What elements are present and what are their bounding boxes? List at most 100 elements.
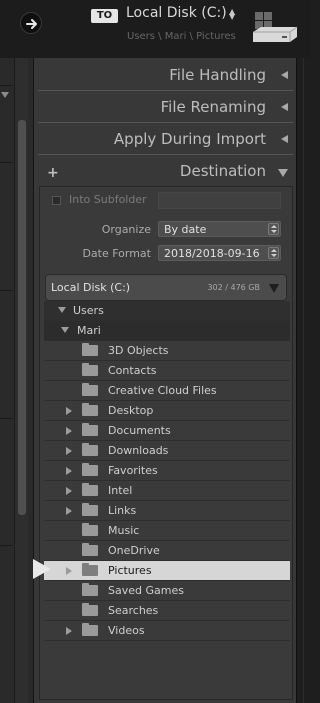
- hard-drive-icon: [253, 12, 298, 42]
- disclosure-triangle-icon[interactable]: [66, 447, 72, 455]
- disclosure-triangle-icon[interactable]: [58, 307, 66, 313]
- select-stepper-icon: [268, 223, 279, 235]
- tree-item-videos[interactable]: Videos: [44, 621, 290, 641]
- disclosure-triangle-icon[interactable]: [66, 487, 72, 495]
- folder-icon: [82, 503, 98, 516]
- into-subfolder-label: Into Subfolder: [69, 193, 147, 206]
- volume-dropdown-icon: [269, 284, 279, 293]
- folder-icon: [82, 383, 98, 396]
- import-top-bar: TO Local Disk (C:) ▲ ▼ Users \ Mari \ Pic…: [0, 0, 310, 58]
- folder-icon: [82, 463, 98, 476]
- tree-item-label: Searches: [108, 604, 159, 617]
- expand-triangle-icon: [278, 169, 288, 177]
- tree-item-documents[interactable]: Documents: [44, 421, 290, 441]
- tree-item-label: Mari: [77, 324, 101, 337]
- tree-item-users[interactable]: Users: [44, 301, 290, 321]
- tree-item-music[interactable]: Music: [44, 521, 290, 541]
- scrollbar-thumb[interactable]: [18, 120, 26, 515]
- tree-item-mari[interactable]: Mari: [44, 321, 290, 341]
- folder-tree: Users Mari 3D Objects Contacts Creative …: [44, 301, 290, 641]
- tree-item-searches[interactable]: Searches: [44, 601, 290, 621]
- tree-item-pictures[interactable]: Pictures: [44, 561, 290, 581]
- folder-icon: [82, 603, 98, 616]
- organize-value: By date: [164, 223, 207, 236]
- folder-icon: [82, 483, 98, 496]
- grid-divider: [0, 290, 13, 291]
- destination-drive-selector[interactable]: Local Disk (C:): [126, 5, 227, 21]
- disclosure-triangle-icon[interactable]: [66, 407, 72, 415]
- tree-item-creative-cloud-files[interactable]: Creative Cloud Files: [44, 381, 290, 401]
- date-format-label: Date Format: [82, 247, 151, 260]
- volume-name: Local Disk (C:): [51, 281, 131, 294]
- collapse-triangle-icon[interactable]: [1, 92, 9, 98]
- tree-item-label: Creative Cloud Files: [108, 384, 217, 397]
- organize-label: Organize: [101, 223, 151, 236]
- disclosure-triangle-icon[interactable]: [66, 627, 72, 635]
- folder-icon: [82, 403, 98, 416]
- tree-item-label: Links: [108, 504, 137, 517]
- into-subfolder-checkbox[interactable]: [52, 196, 61, 205]
- tree-item-label: Contacts: [108, 364, 157, 377]
- destination-path: Users \ Mari \ Pictures: [127, 31, 236, 42]
- organize-select[interactable]: By date: [158, 221, 281, 237]
- disclosure-triangle-icon[interactable]: [66, 427, 72, 435]
- tree-item-label: Favorites: [108, 464, 158, 477]
- folder-icon: [82, 623, 98, 636]
- date-format-select[interactable]: 2018/2018-09-16: [158, 245, 281, 261]
- tree-item-label: Videos: [108, 624, 145, 637]
- disclosure-triangle-icon[interactable]: [66, 507, 72, 515]
- section-file-handling[interactable]: File Handling: [38, 59, 293, 91]
- folder-icon: [82, 343, 98, 356]
- back-arrow-button[interactable]: [20, 12, 42, 34]
- tree-item-contacts[interactable]: Contacts: [44, 361, 290, 381]
- section-label: File Handling: [169, 66, 266, 84]
- tree-item-label: Documents: [108, 424, 171, 437]
- collapse-triangle-icon: [281, 103, 288, 111]
- disclosure-triangle-icon[interactable]: [66, 567, 72, 575]
- folder-icon: [82, 563, 98, 576]
- tree-item-label: Desktop: [108, 404, 154, 417]
- tree-item-intel[interactable]: Intel: [44, 481, 290, 501]
- volume-header-local-disk[interactable]: Local Disk (C:) 302 / 476 GB: [45, 274, 287, 301]
- collapse-triangle-icon: [281, 135, 288, 143]
- grid-divider: [0, 545, 13, 546]
- destination-caret-icon[interactable]: ▲ ▼: [229, 8, 235, 21]
- disclosure-triangle-icon[interactable]: [61, 327, 69, 333]
- tree-item-label: Saved Games: [108, 584, 184, 597]
- section-label: Apply During Import: [113, 130, 266, 148]
- grid-frame: [0, 85, 13, 695]
- folder-icon: [82, 443, 98, 456]
- section-file-renaming[interactable]: File Renaming: [38, 91, 293, 123]
- rail-divider: [303, 58, 304, 703]
- tree-item-label: Users: [73, 304, 104, 317]
- tree-item-label: Downloads: [108, 444, 169, 457]
- folder-icon: [82, 583, 98, 596]
- subfolder-name-input[interactable]: [158, 192, 281, 209]
- import-right-panel: File Handling File Renaming Apply During…: [33, 58, 296, 703]
- date-format-value: 2018/2018-09-16: [164, 247, 260, 260]
- tree-item-label: Intel: [108, 484, 133, 497]
- tree-item-onedrive[interactable]: OneDrive: [44, 541, 290, 561]
- folder-icon: [82, 423, 98, 436]
- section-apply-during-import[interactable]: Apply During Import: [38, 123, 293, 155]
- tree-item-favorites[interactable]: Favorites: [44, 461, 290, 481]
- volume-space: 302 / 476 GB: [207, 283, 260, 292]
- disclosure-triangle-icon[interactable]: [66, 467, 72, 475]
- tree-item-3d-objects[interactable]: 3D Objects: [44, 341, 290, 361]
- section-label: Destination: [179, 162, 266, 180]
- tree-item-downloads[interactable]: Downloads: [44, 441, 290, 461]
- tree-item-links[interactable]: Links: [44, 501, 290, 521]
- select-stepper-icon: [268, 247, 279, 259]
- add-folder-icon[interactable]: +: [47, 165, 59, 181]
- section-destination[interactable]: + Destination: [38, 155, 293, 187]
- folder-icon: [82, 523, 98, 536]
- grid-divider: [0, 418, 13, 419]
- grid-scrollbar[interactable]: [14, 58, 28, 703]
- tree-item-label: 3D Objects: [108, 344, 169, 357]
- tree-item-saved-games[interactable]: Saved Games: [44, 581, 290, 601]
- section-label: File Renaming: [160, 98, 266, 116]
- tree-item-label: Pictures: [108, 564, 152, 577]
- arrow-right-icon: [26, 19, 37, 29]
- selection-pointer-icon: [33, 559, 51, 579]
- tree-item-desktop[interactable]: Desktop: [44, 401, 290, 421]
